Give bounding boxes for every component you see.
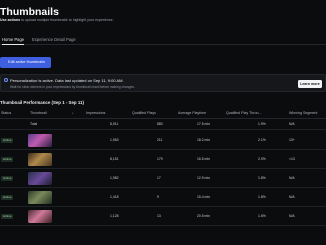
table-row[interactable]: Active 1,982 17 12.9 min 1.8% N/A — [0, 169, 326, 188]
col-qualified-play-through[interactable]: Qualified Play Throu... — [226, 111, 262, 115]
impressions-cell: 1,418 — [110, 195, 119, 199]
plays-cell: 211 — [157, 138, 163, 142]
impressions-cell: 1,128 — [110, 214, 119, 218]
col-winning-segment[interactable]: Winning Segment — [289, 111, 317, 115]
thumbnail-image[interactable] — [28, 210, 52, 223]
edit-active-thumbnails-button[interactable]: Edit active thumbnails — [0, 57, 51, 68]
col-thumbnail[interactable]: Thumbnail — [30, 111, 47, 115]
subtitle-text: to upload multiple thumbnails to highlig… — [20, 18, 114, 22]
playtime-cell: 15.4 min — [197, 195, 211, 199]
playtime-cell: 20.5 min — [197, 214, 211, 218]
thumbnail-image[interactable] — [28, 172, 52, 185]
segment-cell: N/A — [289, 214, 295, 218]
qpt-cell: 2.1% — [258, 138, 266, 142]
status-badge: Active — [1, 176, 14, 181]
tab-home-page[interactable]: Home Page — [2, 37, 25, 45]
subtitle-prefix[interactable]: Use actions — [0, 18, 20, 22]
table-row[interactable]: Active 8,151 179 16.5 min 2.0% <13 — [0, 150, 326, 169]
plays-cell: 9 — [157, 195, 159, 199]
thumbnail-image[interactable] — [28, 134, 52, 147]
plays-cell: 179 — [157, 157, 163, 161]
playtime-cell: 12.9 min — [197, 176, 211, 180]
banner-title: Personalization is active. Data last upd… — [10, 78, 124, 83]
playtime-cell: 16.5 min — [197, 157, 211, 161]
qpt-cell: 1.8% — [258, 176, 266, 180]
impressions-cell: 8,151 — [110, 157, 119, 161]
impressions-cell: 1,963 — [110, 138, 119, 142]
table-row[interactable]: Active 1,418 9 15.4 min 1.8% N/A — [0, 188, 326, 207]
playtime-cell: 18.2 min — [197, 138, 211, 142]
total-segment: N/A — [289, 122, 295, 126]
segment-cell: <13 — [289, 157, 295, 161]
learn-more-button[interactable]: Learn more — [298, 80, 322, 88]
segment-cell: N/A — [289, 176, 295, 180]
tab-bar: Home Page Experience Detail Page — [0, 35, 326, 45]
status-badge: Active — [1, 157, 14, 162]
segment-cell: 13+ — [289, 138, 295, 142]
total-impressions: 8,911 — [110, 122, 119, 126]
qpt-cell: 1.8% — [258, 195, 266, 199]
info-icon — [4, 78, 8, 82]
table-header: Status Thumbnail ↓ Impressions Qualified… — [0, 109, 326, 119]
total-qpt: 1.9% — [258, 122, 266, 126]
page-subtitle: Use actions to upload multiple thumbnail… — [0, 18, 114, 22]
table-title: Thumbnail Performance (Sep 1 - Sep 11) — [0, 100, 84, 105]
col-impressions[interactable]: Impressions — [86, 111, 105, 115]
qpt-cell: 2.0% — [258, 157, 266, 161]
thumbnail-image[interactable] — [28, 191, 52, 204]
status-badge: Active — [1, 195, 14, 200]
qpt-cell: 1.6% — [258, 214, 266, 218]
status-badge: Active — [1, 138, 14, 143]
col-average-playtime[interactable]: Average Playtime — [178, 111, 206, 115]
personalization-banner: Personalization is active. Data last upd… — [0, 74, 326, 92]
page-title: Thumbnails — [0, 6, 59, 18]
table-row[interactable]: Active 1,128 13 20.5 min 1.6% N/A — [0, 207, 326, 226]
total-plays: 880 — [157, 122, 163, 126]
table-row[interactable]: Active 1,963 211 18.2 min 2.1% 13+ — [0, 131, 326, 150]
col-status[interactable]: Status — [1, 111, 11, 115]
banner-text: Wait for clear winners in your impressio… — [10, 85, 135, 89]
sort-down-icon[interactable]: ↓ — [72, 111, 74, 115]
tab-experience-detail-page[interactable]: Experience Detail Page — [32, 37, 76, 42]
plays-cell: 13 — [157, 214, 161, 218]
total-playtime: 17.5 min — [197, 122, 211, 126]
col-qualified-plays[interactable]: Qualified Plays — [132, 111, 156, 115]
thumbnail-image[interactable] — [28, 153, 52, 166]
table-row-total: Total 8,911 880 17.5 min 1.9% N/A — [0, 119, 326, 130]
segment-cell: N/A — [289, 195, 295, 199]
total-label: Total — [30, 122, 38, 126]
status-badge: Active — [1, 214, 14, 219]
impressions-cell: 1,982 — [110, 176, 119, 180]
plays-cell: 17 — [157, 176, 161, 180]
